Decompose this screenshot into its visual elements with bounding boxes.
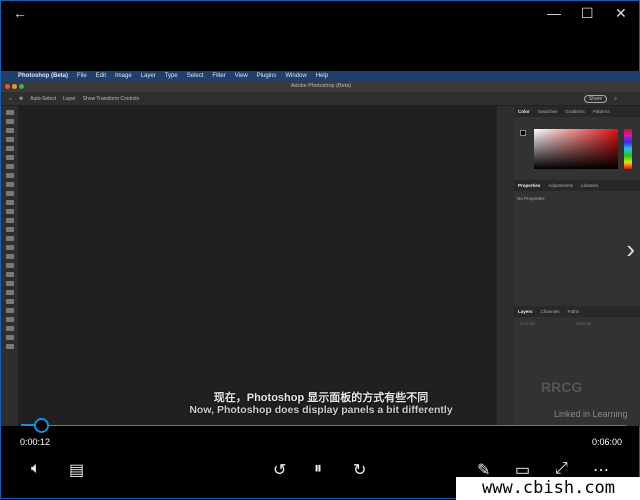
menu-image[interactable]: Image xyxy=(115,73,132,79)
properties-tabs: Properties Adjustments Libraries xyxy=(514,180,640,191)
zoom-dot[interactable] xyxy=(19,84,24,89)
subtitle-zh: 现在，Photoshop 显示面板的方式有些不同 xyxy=(213,392,429,404)
window-title: Adobe Photoshop (Beta) xyxy=(290,83,352,89)
rewind-10-icon[interactable]: ↺ xyxy=(273,460,286,480)
menu-type[interactable]: Type xyxy=(165,73,178,79)
maximize-button[interactable]: ☐ xyxy=(581,5,594,22)
blend-mode[interactable]: Normal xyxy=(520,321,535,326)
share-button[interactable]: Share xyxy=(583,94,608,103)
tab-layers[interactable]: Layers xyxy=(518,309,533,314)
auto-select-checkbox[interactable]: Auto-Select xyxy=(30,96,56,102)
menu-plugins[interactable]: Plugins xyxy=(257,73,277,79)
back-arrow-icon[interactable]: ← xyxy=(13,5,27,21)
search-icon[interactable]: ⌕ xyxy=(614,96,617,102)
color-panel-tabs: Color Swatches Gradients Patterns xyxy=(514,106,640,117)
panel-icon-strip xyxy=(496,106,514,426)
tab-properties[interactable]: Properties xyxy=(518,183,540,188)
menu-select[interactable]: Select xyxy=(187,73,204,79)
menu-window[interactable]: Window xyxy=(285,73,306,79)
tab-gradients[interactable]: Gradients xyxy=(565,109,585,114)
mac-menu-bar: Photoshop (Beta) File Edit Image Layer T… xyxy=(1,71,640,81)
menu-app[interactable]: Photoshop (Beta) xyxy=(18,73,68,79)
home-icon[interactable]: ⌂ xyxy=(9,96,12,102)
close-dot[interactable] xyxy=(5,84,10,89)
total-time: 0:06:00 xyxy=(592,437,623,447)
hue-slider[interactable] xyxy=(624,129,632,169)
site-watermark: www.cbish.com xyxy=(456,477,640,500)
close-button[interactable]: ✕ xyxy=(615,5,627,22)
forward-30-icon[interactable]: ↻ xyxy=(353,460,366,480)
layers-tabs: Layers Channels Paths xyxy=(514,306,640,317)
menu-file[interactable]: File xyxy=(77,73,87,79)
right-panels: Color Swatches Gradients Patterns Proper… xyxy=(514,106,640,426)
tab-adjustments[interactable]: Adjustments xyxy=(548,183,573,188)
no-properties-text: No Properties xyxy=(517,196,545,201)
menu-filter[interactable]: Filter xyxy=(212,73,225,79)
tab-channels[interactable]: Channels xyxy=(541,309,560,314)
tools-panel xyxy=(1,106,19,426)
seek-handle[interactable] xyxy=(33,418,49,433)
layer-dropdown[interactable]: Layer xyxy=(63,96,76,102)
menu-edit[interactable]: Edit xyxy=(96,73,106,79)
seek-bar[interactable] xyxy=(21,425,626,426)
color-field[interactable] xyxy=(534,129,618,169)
minimize-button[interactable]: — xyxy=(547,5,561,21)
next-chevron-icon[interactable]: › xyxy=(626,234,635,265)
pause-icon[interactable]: ⏸︎ xyxy=(314,460,322,478)
menu-view[interactable]: View xyxy=(235,73,248,79)
captions-icon[interactable]: ▤ xyxy=(69,460,84,480)
volume-icon[interactable]: 🔈︎ xyxy=(31,460,41,478)
fullscreen-icon[interactable]: ⤢ xyxy=(555,460,568,478)
menu-layer[interactable]: Layer xyxy=(141,73,156,79)
tab-swatches[interactable]: Swatches xyxy=(538,109,558,114)
ps-title-bar: Adobe Photoshop (Beta) xyxy=(1,81,640,92)
opacity-label[interactable]: Opacity xyxy=(576,321,591,326)
foreground-swatch[interactable] xyxy=(520,130,526,136)
options-bar: ⌂ ✥ Auto-Select Layer Show Transform Con… xyxy=(1,92,640,106)
tab-color[interactable]: Color xyxy=(518,109,530,114)
minimize-dot[interactable] xyxy=(12,84,17,89)
canvas-area xyxy=(19,106,496,426)
move-tool-icon[interactable]: ✥ xyxy=(19,96,23,102)
tab-patterns[interactable]: Patterns xyxy=(593,109,610,114)
subtitle-en: Now, Photoshop does display panels a bit… xyxy=(189,404,453,416)
current-time: 0:00:12 xyxy=(20,437,51,447)
tab-paths[interactable]: Paths xyxy=(568,309,580,314)
tab-libraries[interactable]: Libraries xyxy=(581,183,598,188)
show-transform-checkbox[interactable]: Show Transform Controls xyxy=(83,96,139,102)
menu-help[interactable]: Help xyxy=(316,73,328,79)
